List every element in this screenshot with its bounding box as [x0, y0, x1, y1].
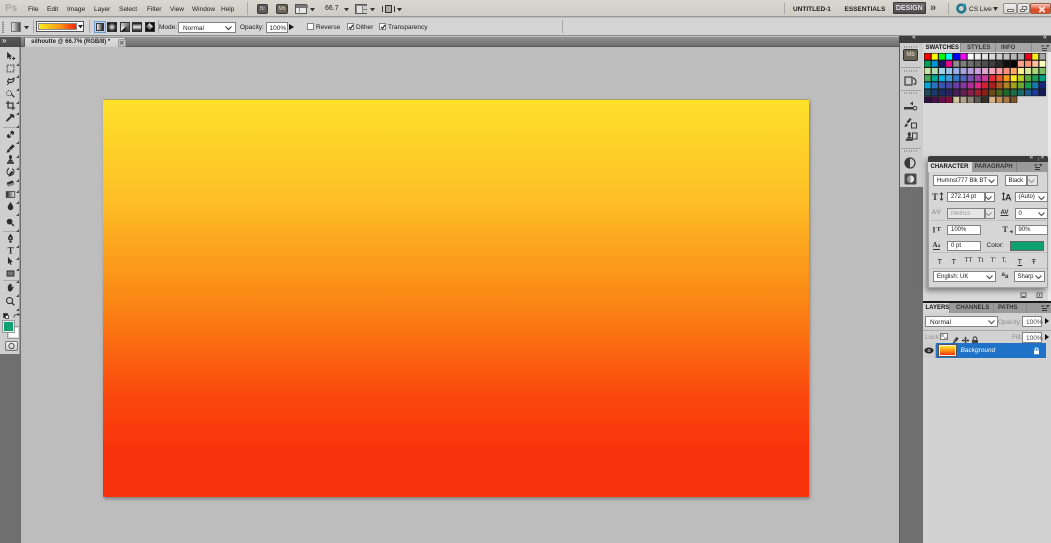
svg-text:T: T: [932, 192, 938, 202]
svg-text:A: A: [1005, 192, 1012, 202]
svg-text:T: T: [8, 246, 15, 256]
